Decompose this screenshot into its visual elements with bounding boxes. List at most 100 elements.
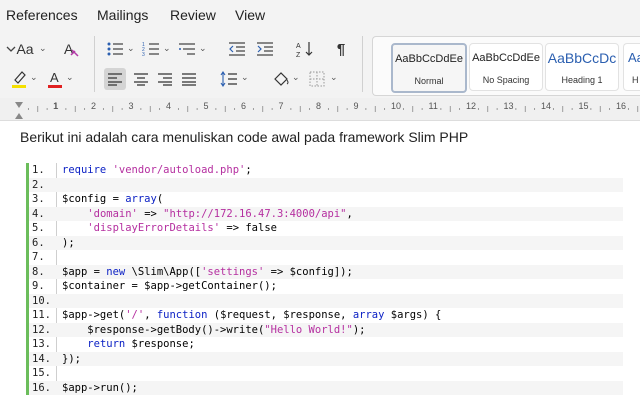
tab-references[interactable]: References [6, 7, 78, 23]
numbering-icon[interactable]: 123 [140, 38, 162, 60]
document-heading: Berikut ini adalah cara menuliskan code … [20, 129, 469, 145]
code-text: $app->get('/', function ($request, $resp… [62, 309, 442, 321]
code-line: 12. $response->getBody()->write("Hello W… [29, 322, 623, 337]
code-line: 8. $app = new \Slim\App(['settings' => $c… [29, 264, 623, 279]
chevron-down-icon[interactable]: ⌄ [66, 72, 74, 83]
code-line: 14.}); [29, 351, 623, 366]
code-text: 'domain' => "http://172.16.47.3:4000/api… [87, 207, 353, 220]
line-number: 14. [32, 352, 51, 365]
code-text: return $response; [87, 338, 195, 350]
code-line: 10. [29, 293, 623, 308]
styles-gallery: AaBbCcDdEe Normal AaBbCcDdEe No Spacing … [372, 36, 640, 96]
chevron-down-icon[interactable]: ⌄ [163, 43, 171, 54]
shading-icon[interactable] [270, 68, 292, 90]
style-sample: AaBbCcDdEe [395, 53, 463, 65]
svg-text:A: A [50, 70, 59, 85]
svg-text:3: 3 [142, 52, 145, 57]
style-sample: AaBb [628, 50, 640, 65]
code-line: 5. 'displayErrorDetails' => false [29, 221, 623, 236]
code-text: $response->getBody()->write("Hello World… [62, 323, 366, 336]
change-case-button[interactable]: Aa [12, 38, 38, 60]
chevron-down-icon[interactable]: ⌄ [199, 43, 207, 54]
ruler-number: 11 [428, 101, 438, 111]
line-number: 1. [32, 164, 45, 176]
ruler-number: 6 [241, 101, 247, 111]
chevron-down-icon[interactable]: ⌄ [30, 72, 38, 83]
code-text: $container = $app->getContainer(); [62, 280, 277, 292]
line-number: 6. [32, 236, 45, 249]
line-number: 15. [32, 367, 51, 379]
style-normal[interactable]: AaBbCcDdEe Normal [391, 43, 467, 93]
sort-icon[interactable]: AZ [294, 38, 316, 60]
line-number: 5. [32, 222, 45, 234]
svg-text:A: A [296, 43, 301, 50]
svg-text:Z: Z [296, 52, 301, 58]
code-line: 13. return $response; [29, 337, 623, 352]
justify-icon[interactable] [178, 68, 200, 90]
ruler-number: 9 [353, 101, 359, 111]
line-number: 8. [32, 265, 45, 278]
style-heading-1[interactable]: AaBbCcDc Heading 1 [545, 43, 619, 91]
align-left-icon[interactable] [104, 68, 126, 90]
code-text: $app->run(); [62, 381, 138, 394]
line-number: 2. [32, 178, 45, 191]
chevron-down-icon[interactable]: ⌄ [127, 43, 135, 54]
code-block[interactable]: 1. require 'vendor/autoload.php'; 2. 3. $con… [26, 163, 623, 395]
align-right-icon[interactable] [154, 68, 176, 90]
chevron-down-icon[interactable]: ⌄ [241, 72, 249, 83]
ruler-number: 3 [128, 101, 134, 111]
ruler-number: 1 [53, 101, 59, 111]
style-no-spacing[interactable]: AaBbCcDdEe No Spacing [469, 43, 543, 91]
increase-indent-icon[interactable] [254, 38, 276, 60]
code-line: 9. $container = $app->getContainer(); [29, 279, 623, 294]
tab-review[interactable]: Review [170, 7, 216, 23]
change-case-label: Aa [16, 41, 34, 57]
chevron-down-icon[interactable]: ⌄ [292, 72, 300, 83]
line-number: 12. [32, 323, 51, 336]
multilevel-list-icon[interactable] [176, 38, 198, 60]
menu-bar: References Mailings Review View [0, 0, 640, 30]
line-number: 10. [32, 294, 51, 307]
pilcrow-icon[interactable]: ¶ [330, 38, 352, 60]
code-text: ); [62, 236, 75, 249]
ruler-number: 5 [203, 101, 209, 111]
first-line-indent-marker[interactable] [15, 102, 23, 108]
ruler-number: 15 [578, 101, 589, 111]
clear-formatting-icon[interactable]: A [60, 38, 82, 60]
ruler-number: 12 [466, 101, 477, 111]
style-sample: AaBbCcDc [547, 50, 617, 66]
line-number: 4. [32, 207, 45, 220]
style-name: H [632, 75, 639, 85]
decrease-indent-icon[interactable] [226, 38, 248, 60]
highlight-icon[interactable] [8, 68, 30, 90]
line-spacing-icon[interactable] [218, 68, 240, 90]
tab-mailings[interactable]: Mailings [97, 7, 148, 23]
svg-text:A: A [64, 41, 74, 57]
ruler-number: 4 [166, 101, 172, 111]
ruler-number: 7 [278, 101, 284, 111]
ruler-number: 10 [391, 101, 402, 111]
line-number: 13. [32, 338, 51, 350]
style-heading-2[interactable]: AaBb H [623, 43, 640, 91]
line-number: 7. [32, 251, 45, 263]
ruler-number: 2 [91, 101, 97, 111]
line-number: 16. [32, 381, 51, 394]
tab-view[interactable]: View [235, 7, 265, 23]
ruler-number: 14 [541, 101, 552, 111]
font-color-icon[interactable]: A [44, 68, 66, 90]
code-text: 'displayErrorDetails' => false [87, 222, 277, 234]
code-line: 16. $app->run(); [29, 380, 623, 395]
bullets-icon[interactable] [104, 38, 126, 60]
hanging-indent-marker[interactable] [15, 113, 23, 119]
align-center-icon[interactable] [130, 68, 152, 90]
chevron-down-icon[interactable]: ⌄ [39, 43, 47, 54]
line-number: 3. [32, 193, 45, 205]
chevron-down-icon[interactable]: ⌄ [330, 72, 338, 83]
code-text: $config = array( [62, 193, 164, 205]
divider [362, 36, 363, 92]
borders-icon[interactable] [306, 68, 328, 90]
code-line: 15. [29, 366, 623, 381]
code-line: 2. [29, 177, 623, 192]
document-page[interactable]: Berikut ini adalah cara menuliskan code … [0, 121, 640, 420]
ruler-number: 16 [616, 101, 627, 111]
